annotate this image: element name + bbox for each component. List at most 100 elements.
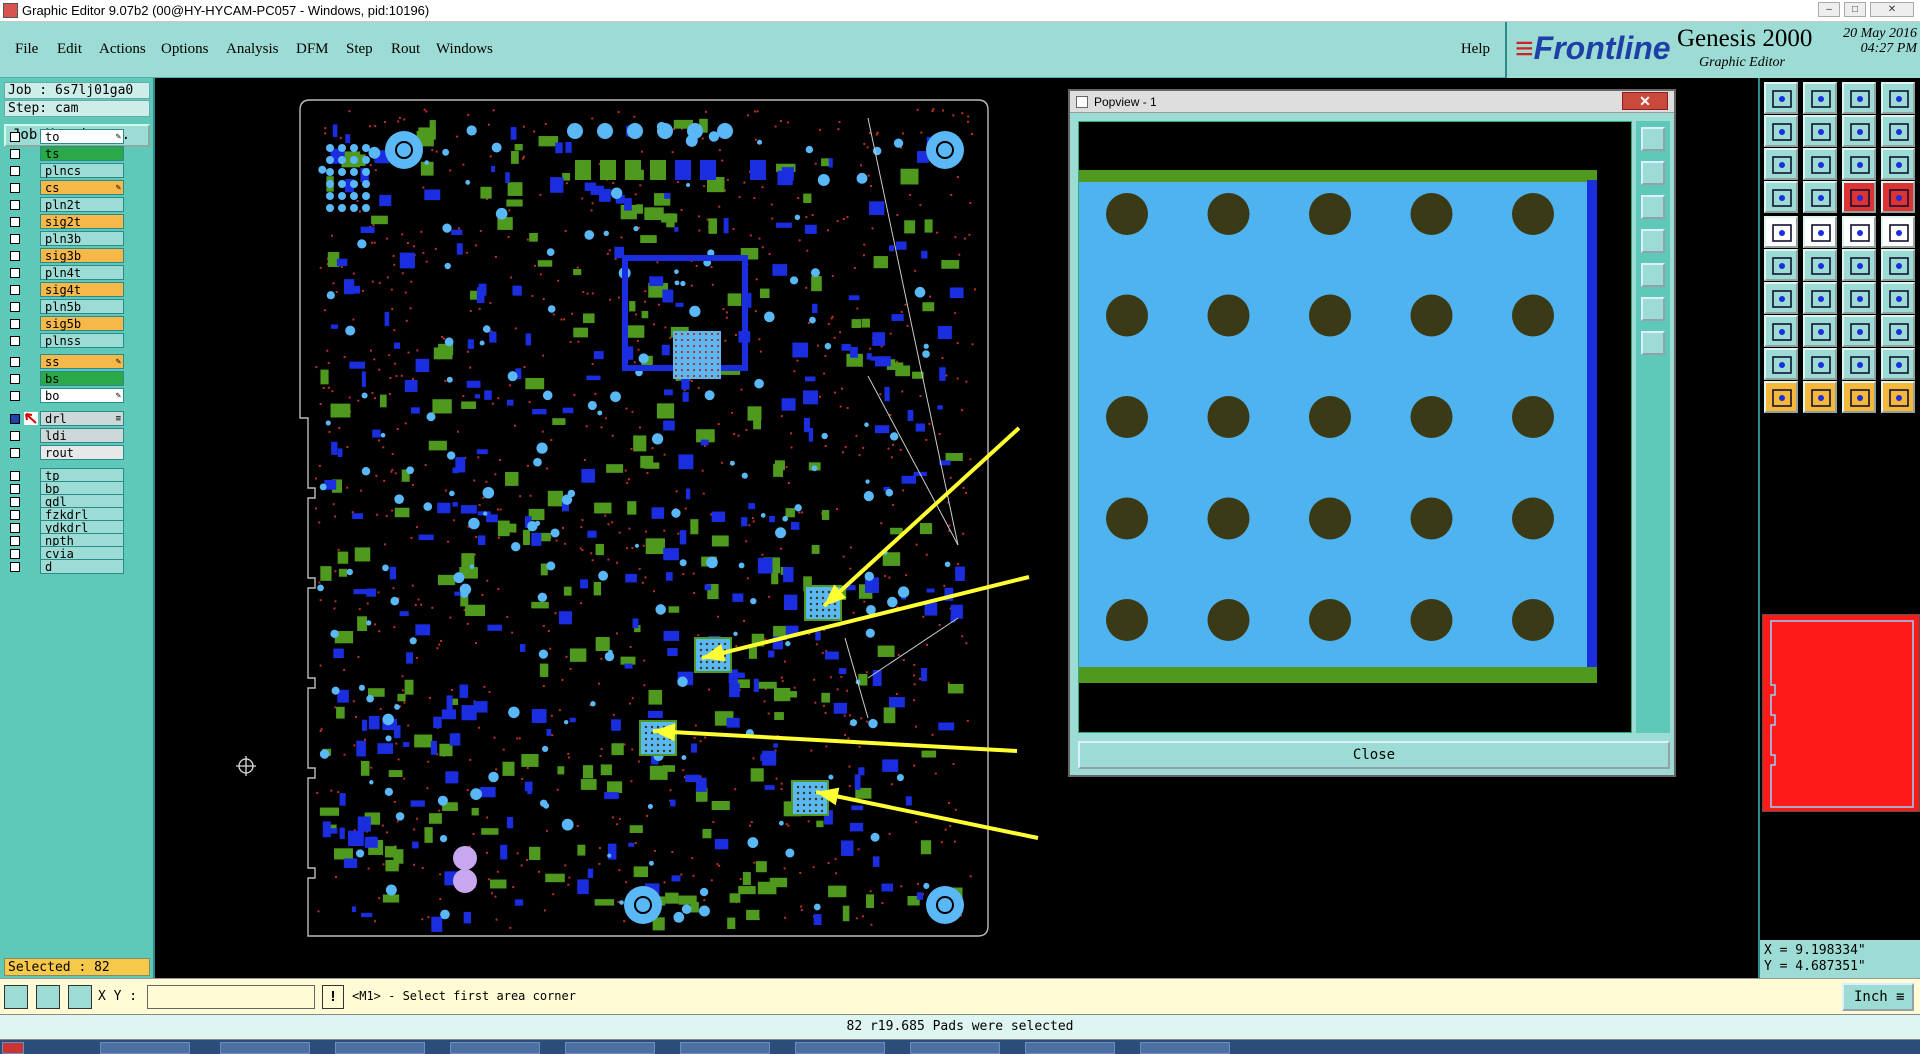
taskbar-item[interactable] <box>100 1042 190 1054</box>
pan-right-icon[interactable] <box>1803 115 1837 147</box>
polygon-text-icon[interactable] <box>1881 348 1915 380</box>
line-select-icon[interactable] <box>1842 249 1876 281</box>
menu-actions[interactable]: Actions <box>99 41 146 58</box>
layer-checkbox[interactable] <box>10 391 20 401</box>
cross-select-icon[interactable] <box>1803 249 1837 281</box>
layer-row-sig2t[interactable]: sig2t <box>6 214 124 229</box>
close-window-button[interactable]: ✕ <box>1870 2 1914 17</box>
ratio-icon[interactable] <box>1842 148 1876 180</box>
layer-row-plncs[interactable]: plncs <box>6 163 124 178</box>
menu-windows[interactable]: Windows <box>436 41 493 58</box>
taskbar-item[interactable] <box>1140 1042 1230 1054</box>
zoom-window-icon[interactable] <box>1803 82 1837 114</box>
line-tool-icon[interactable] <box>1764 282 1798 314</box>
popview-move-icon[interactable] <box>1641 331 1665 355</box>
layer-row-ss[interactable]: ss ✎ <box>6 354 124 369</box>
taskbar-item[interactable] <box>1025 1042 1115 1054</box>
menu-help[interactable]: Help <box>1461 41 1490 58</box>
layer-checkbox[interactable] <box>10 302 20 312</box>
menu-edit[interactable]: Edit <box>57 41 82 58</box>
layer-row-d[interactable]: d <box>6 559 124 574</box>
layer-checkbox[interactable] <box>10 319 20 329</box>
menu-options[interactable]: Options <box>161 41 209 58</box>
circle-select-icon[interactable] <box>1881 216 1915 248</box>
taskbar-item[interactable] <box>220 1042 310 1054</box>
layer-row-pln5b[interactable]: pln5b <box>6 299 124 314</box>
rotate-tool-icon[interactable] <box>1842 282 1876 314</box>
taskbar-item[interactable] <box>450 1042 540 1054</box>
taskbar-item[interactable] <box>795 1042 885 1054</box>
popview-zoom-out-icon[interactable] <box>1641 195 1665 219</box>
layer-row-cs[interactable]: cs ✎ <box>6 180 124 195</box>
layer-row-pln3b[interactable]: pln3b <box>6 231 124 246</box>
popview-titlebar[interactable]: Popview - 1 ✕ <box>1070 91 1674 113</box>
taskbar-item[interactable] <box>565 1042 655 1054</box>
layer-row-sig5b[interactable]: sig5b <box>6 316 124 331</box>
layer-row-bs[interactable]: bs <box>6 371 124 386</box>
layer-row-rout[interactable]: rout <box>6 445 124 460</box>
a-text-icon[interactable] <box>1803 348 1837 380</box>
layer-checkbox[interactable] <box>10 497 20 507</box>
popview-zoom-in-icon[interactable] <box>1641 161 1665 185</box>
menu-dfm[interactable]: DFM <box>296 41 329 58</box>
layer-checkbox[interactable] <box>10 149 20 159</box>
layer-checkbox[interactable] <box>10 268 20 278</box>
layer-checkbox[interactable] <box>10 484 20 494</box>
net-select-icon[interactable] <box>1764 249 1798 281</box>
snap-angle-icon[interactable] <box>36 985 60 1009</box>
pad-select-icon[interactable] <box>1764 216 1798 248</box>
snap-grid-icon[interactable] <box>4 985 28 1009</box>
pointer-drag-icon[interactable] <box>1842 381 1876 413</box>
zoom-back-icon[interactable] <box>1842 115 1876 147</box>
ruler-icon[interactable] <box>1842 216 1876 248</box>
layer-row-ts[interactable]: ts <box>6 146 124 161</box>
layer-checkbox[interactable] <box>10 285 20 295</box>
popview-zoom-fit-icon[interactable] <box>1641 127 1665 151</box>
layer-row-pln4t[interactable]: pln4t <box>6 265 124 280</box>
popview-canvas[interactable] <box>1078 121 1632 733</box>
grid-icon[interactable] <box>68 985 92 1009</box>
menu-rout[interactable]: Rout <box>391 41 420 58</box>
grid-toggle-icon[interactable] <box>1803 181 1837 213</box>
layer-checkbox[interactable] <box>10 251 20 261</box>
pointer-alt-icon[interactable] <box>1803 381 1837 413</box>
layer-checkbox[interactable] <box>10 414 20 424</box>
layer-checkbox[interactable] <box>10 132 20 142</box>
popview-close-button[interactable]: Close <box>1078 741 1670 769</box>
popview-pan-left-icon[interactable] <box>1641 229 1665 253</box>
layer-row-drl[interactable]: drl ≡ <box>6 411 124 426</box>
redraw-icon[interactable] <box>1881 115 1915 147</box>
layer-checkbox[interactable] <box>10 357 20 367</box>
zoom-box-icon[interactable] <box>1881 82 1915 114</box>
layer-row-to[interactable]: to ✎ <box>6 129 124 144</box>
taskbar-item[interactable] <box>910 1042 1000 1054</box>
layer-checkbox[interactable] <box>10 549 20 559</box>
layer-checkbox[interactable] <box>10 200 20 210</box>
zoom-home-icon[interactable] <box>1764 82 1798 114</box>
layer-checkbox[interactable] <box>10 448 20 458</box>
query-icon[interactable] <box>1881 148 1915 180</box>
pointer-icon[interactable] <box>1764 381 1798 413</box>
layer-checkbox[interactable] <box>10 183 20 193</box>
fit-screen-icon[interactable] <box>1764 148 1798 180</box>
triangle-icon[interactable] <box>1764 348 1798 380</box>
start-icon[interactable] <box>2 1042 24 1054</box>
layer-checkbox[interactable] <box>10 336 20 346</box>
xy-input[interactable] <box>147 985 315 1009</box>
warning-icon[interactable]: ! <box>322 985 344 1009</box>
popview-close-x[interactable]: ✕ <box>1622 92 1668 110</box>
layer-checkbox[interactable] <box>10 562 20 572</box>
arc-select-icon[interactable] <box>1881 249 1915 281</box>
taskbar-item[interactable] <box>335 1042 425 1054</box>
measure-icon[interactable] <box>1764 181 1798 213</box>
overview-minimap[interactable] <box>1762 614 1920 812</box>
layer-checkbox[interactable] <box>10 471 20 481</box>
layer-checkbox[interactable] <box>10 374 20 384</box>
layer-row-plnss[interactable]: plnss <box>6 333 124 348</box>
pointer-move-icon[interactable] <box>1881 381 1915 413</box>
maximize-button[interactable]: □ <box>1844 2 1866 17</box>
layer-checkbox[interactable] <box>10 536 20 546</box>
pattern-icon[interactable] <box>1881 315 1915 347</box>
home-icon[interactable] <box>1842 82 1876 114</box>
arc-text-icon[interactable] <box>1842 348 1876 380</box>
